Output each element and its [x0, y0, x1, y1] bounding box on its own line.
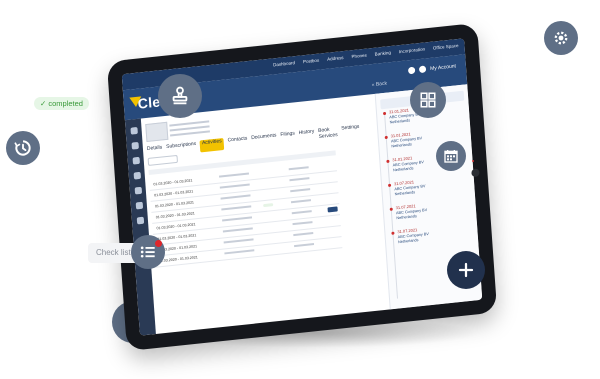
company-logo — [145, 121, 169, 143]
tab-book-services[interactable]: Book Services — [318, 126, 338, 140]
tab-filings[interactable]: Filings — [280, 131, 295, 144]
completed-badge: ✓ completed — [34, 97, 89, 110]
search-input[interactable] — [147, 154, 179, 166]
sidebar-icon[interactable] — [134, 186, 142, 195]
row-text — [288, 166, 309, 171]
row-text — [293, 232, 314, 237]
tablet-device: Dashboard Postbox Address Phones Banking… — [106, 22, 498, 352]
gear-icon — [554, 31, 568, 45]
row-text — [221, 205, 252, 211]
row-date: 01.03.2020 - 01.03.2021 — [155, 211, 195, 220]
timeline-dot — [387, 183, 392, 187]
sidebar-icon[interactable] — [130, 141, 139, 150]
completed-badge-text: completed — [48, 99, 83, 108]
activities-table: 01.03.2020 - 01.03.2021 01.03.2020 - 01.… — [149, 160, 343, 268]
row-date: 01.03.2020 - 01.03.2021 — [154, 189, 194, 198]
tab-subscriptions[interactable]: Subscriptions — [166, 141, 197, 156]
timeline-country: Netherlands — [389, 118, 411, 125]
menu-item-office-space[interactable]: Office Space — [433, 43, 459, 51]
status-badge — [263, 203, 274, 208]
sidebar-icon[interactable] — [129, 126, 138, 135]
row-text — [290, 188, 311, 193]
row-date: 01.03.2020 - 01.03.2021 — [157, 233, 197, 242]
notification-dot — [155, 240, 162, 247]
grid-button[interactable] — [410, 82, 446, 118]
tab-history[interactable]: History — [299, 128, 315, 142]
sidebar-icon[interactable] — [132, 156, 140, 165]
menu-item-banking[interactable]: Banking — [375, 50, 392, 57]
calendar-icon — [444, 150, 458, 163]
sidebar-icon[interactable] — [133, 171, 141, 180]
timeline-country: Netherlands — [391, 142, 412, 149]
row-text — [294, 243, 315, 248]
add-button[interactable] — [447, 251, 485, 289]
row-text — [222, 227, 253, 233]
row-text — [223, 238, 254, 244]
menu-item-address[interactable]: Address — [327, 55, 344, 62]
row-date: 01.03.2020 - 01.03.2021 — [154, 200, 195, 209]
tab-activities[interactable]: Activities — [199, 137, 225, 153]
stamp-button[interactable] — [158, 74, 202, 118]
timeline-country: Netherlands — [397, 238, 419, 245]
row-text — [224, 249, 255, 255]
row-text — [290, 199, 312, 204]
timeline-dot — [391, 231, 395, 235]
history-icon — [14, 140, 31, 156]
timeline-dot — [382, 111, 387, 116]
row-date: 01.03.2020 - 01.03.2021 — [158, 255, 198, 264]
notification-icon[interactable] — [408, 66, 416, 75]
timeline-country: Netherlands — [392, 166, 414, 173]
menu-item-dashboard[interactable]: Dashboard — [273, 60, 295, 67]
timeline-country: Netherlands — [396, 214, 417, 221]
app-main: Details Subscriptions Activities Contact… — [145, 102, 359, 333]
row-date: 01.03.2020 - 01.03.2021 — [156, 222, 196, 231]
menu-item-postbox[interactable]: Postbox — [303, 58, 320, 65]
row-text — [292, 221, 313, 226]
calendar-button[interactable] — [436, 141, 466, 171]
tab-settings[interactable]: Settings — [341, 124, 360, 138]
timeline-dot — [386, 159, 390, 164]
row-text — [291, 210, 312, 215]
history-button[interactable] — [6, 131, 40, 165]
timeline-country: Netherlands — [394, 190, 416, 197]
row-text — [219, 172, 249, 178]
timeline-dot — [384, 135, 388, 140]
row-date: 01.03.2020 - 01.03.2021 — [153, 178, 193, 187]
grid-icon — [420, 92, 436, 108]
menu-item-incorporation[interactable]: Incorporation — [399, 46, 426, 54]
avatar[interactable] — [418, 65, 427, 74]
accent-dot — [472, 160, 474, 162]
row-text — [222, 216, 253, 222]
row-action-button[interactable] — [327, 206, 338, 213]
row-text — [289, 177, 310, 182]
sidebar-icon[interactable] — [136, 216, 144, 225]
menu-item-phones[interactable]: Phones — [351, 53, 367, 60]
row-text — [219, 183, 250, 189]
stamp-icon — [172, 86, 188, 105]
plus-icon — [458, 262, 474, 278]
tab-documents[interactable]: Documents — [251, 132, 277, 147]
company-info — [169, 117, 210, 137]
timeline-dot — [389, 207, 393, 211]
checklist-button[interactable] — [131, 235, 165, 269]
sidebar-icon[interactable] — [135, 201, 143, 210]
row-text — [220, 194, 251, 200]
tab-contacts[interactable]: Contacts — [227, 135, 247, 149]
settings-button[interactable] — [544, 21, 578, 55]
